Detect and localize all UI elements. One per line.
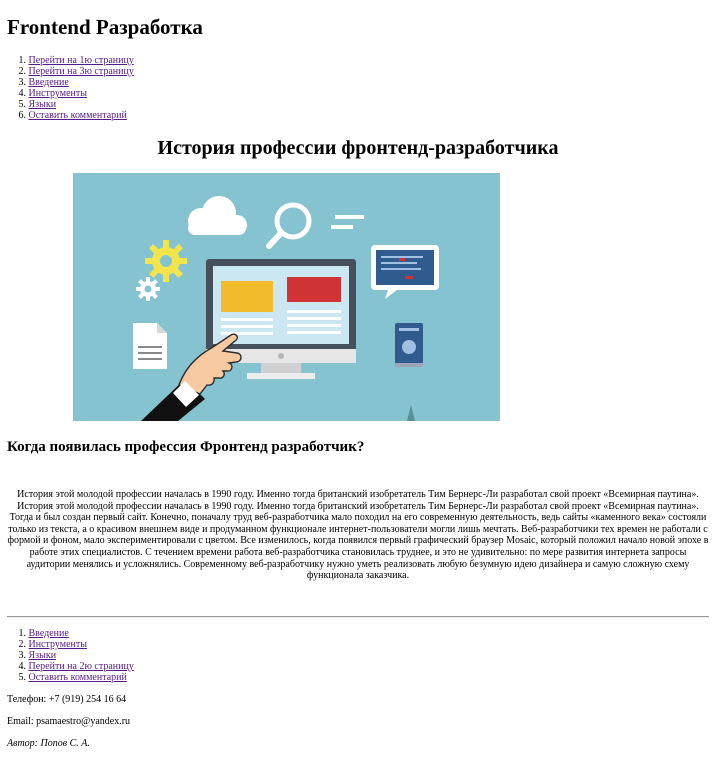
footer-nav-link-page2[interactable]: Перейти на 2ю страницу: [29, 661, 134, 672]
gear-icon: [136, 277, 160, 301]
footer-nav: 1. Введение 2. Инструменты 3. Языки 4. П…: [0, 628, 134, 683]
top-nav-link-page3[interactable]: Перейти на 3ю страницу: [29, 66, 134, 77]
phone-icon: [395, 323, 423, 367]
footer-nav-item: 5. Оставить комментарий: [0, 672, 134, 683]
footer-nav-item: 3. Языки: [0, 650, 134, 661]
list-number: 4.: [18, 661, 27, 672]
list-number: 3.: [18, 77, 27, 88]
footer-nav-item: 1. Введение: [0, 628, 134, 639]
list-number: 5.: [18, 99, 27, 110]
list-number: 3.: [18, 650, 27, 661]
hero-illustration: [73, 173, 500, 421]
list-number: 4.: [18, 88, 27, 99]
footer-nav-link-languages[interactable]: Языки: [29, 650, 57, 661]
top-nav-link-languages[interactable]: Языки: [29, 99, 57, 110]
article-title: История профессии фронтенд-разработчика: [157, 137, 559, 159]
document-icon: [133, 323, 167, 369]
footer-phone: Телефон: +7 (919) 254 16 64: [7, 694, 127, 705]
footer-nav-link-tools[interactable]: Инструменты: [29, 639, 87, 650]
footer-email: Email: psamaestro@yandex.ru: [7, 716, 131, 727]
article-body: История этой молодой профессии началась …: [7, 489, 709, 582]
footer-author: Автор: Попов С. А.: [7, 738, 90, 749]
list-number: 6.: [18, 110, 27, 121]
list-number: 2.: [18, 66, 27, 77]
gear-icon: [145, 240, 187, 282]
footer-nav-link-intro[interactable]: Введение: [29, 628, 69, 639]
top-nav-link-comment[interactable]: Оставить комментарий: [29, 110, 127, 121]
top-nav-item: 1. Перейти на 1ю страницу: [0, 55, 134, 66]
site-title: Frontend Разработка: [7, 15, 203, 39]
top-nav-link-page1[interactable]: Перейти на 1ю страницу: [29, 55, 134, 66]
list-number: 1.: [18, 628, 27, 639]
top-nav-link-intro[interactable]: Введение: [29, 77, 69, 88]
top-nav-item: 5. Языки: [0, 99, 134, 110]
list-number: 5.: [18, 672, 27, 683]
top-nav-item: 4. Инструменты: [0, 88, 134, 99]
footer-nav-item: 4. Перейти на 2ю страницу: [0, 661, 134, 672]
top-nav-item: 2. Перейти на 3ю страницу: [0, 66, 134, 77]
divider: [7, 616, 709, 618]
footer-nav-item: 2. Инструменты: [0, 639, 134, 650]
top-nav: 1. Перейти на 1ю страницу 2. Перейти на …: [0, 55, 134, 121]
top-nav-item: 3. Введение: [0, 77, 134, 88]
list-number: 2.: [18, 639, 27, 650]
article-subtitle: Когда появилась профессия Фронтенд разра…: [7, 439, 365, 455]
list-number: 1.: [18, 55, 27, 66]
footer-nav-link-comment[interactable]: Оставить комментарий: [29, 672, 127, 683]
top-nav-item: 6. Оставить комментарий: [0, 110, 134, 121]
page: Frontend Разработка 1. Перейти на 1ю стр…: [0, 0, 716, 760]
top-nav-link-tools[interactable]: Инструменты: [29, 88, 87, 99]
